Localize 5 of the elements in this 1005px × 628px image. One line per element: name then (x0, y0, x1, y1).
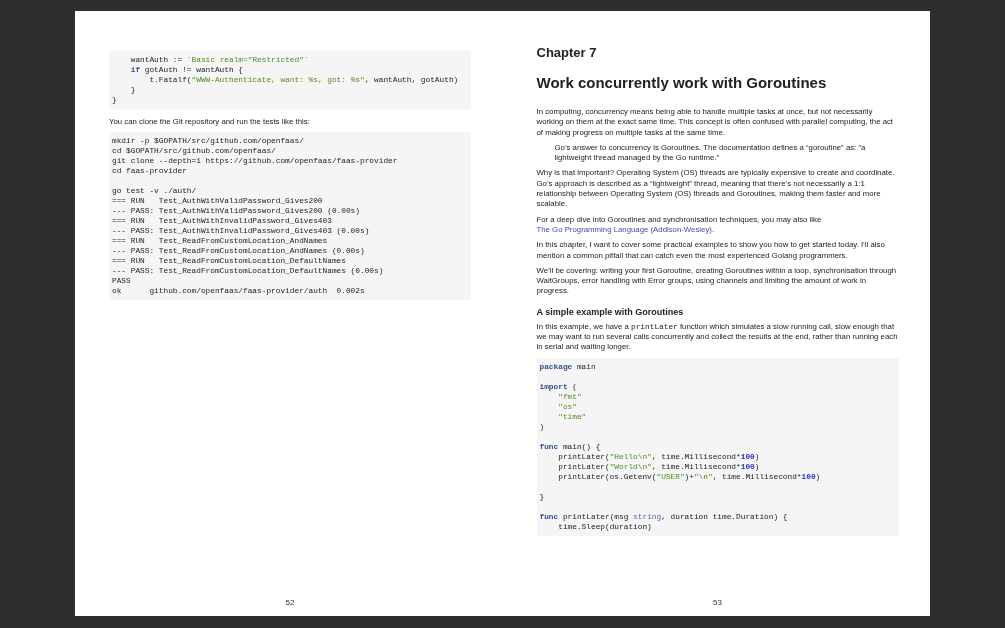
chapter-label: Chapter 7 (536, 45, 598, 61)
section-heading: A simple example with Goroutines (536, 305, 685, 318)
chapter-title: Work concurrently work with Goroutines (536, 73, 828, 93)
page-number: 52 (284, 598, 296, 609)
page-number: 53 (712, 598, 723, 609)
